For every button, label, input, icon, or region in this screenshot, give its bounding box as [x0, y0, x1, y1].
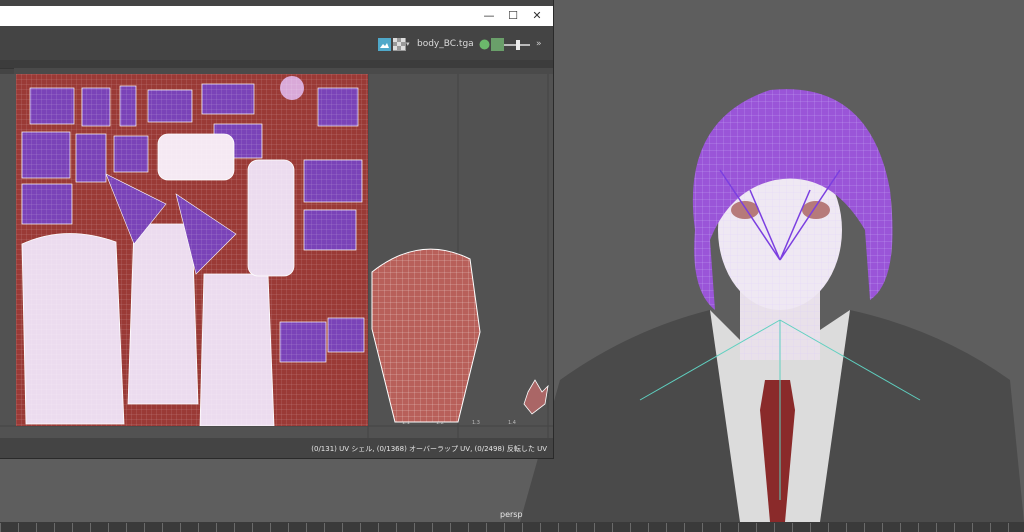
- uv-texture-image: [16, 74, 368, 426]
- slider-handle[interactable]: [516, 40, 520, 50]
- close-icon[interactable]: ✕: [530, 9, 544, 23]
- checker-icon[interactable]: [393, 38, 406, 51]
- status-bar: (0/131) UV シェル, (0/1368) オーバーラップ UV, (0/…: [0, 440, 553, 458]
- image-icon[interactable]: [378, 38, 391, 51]
- texture-name: body_BC.tga: [417, 39, 474, 49]
- camera-label: persp: [500, 510, 523, 519]
- time-slider[interactable]: [0, 522, 1024, 532]
- character-model: [520, 89, 1024, 522]
- maximize-icon[interactable]: ☐: [506, 9, 520, 23]
- uv-editor-window: — ☐ ✕ ▾ body_BC.tga » 1.1 1.2 1.3 1.4 (0…: [0, 0, 554, 459]
- chevron-right-icon[interactable]: »: [536, 39, 549, 52]
- ruler-label: 1.3: [472, 420, 480, 426]
- exposure-icon[interactable]: [491, 38, 504, 51]
- minimize-icon[interactable]: —: [482, 9, 496, 23]
- window-titlebar[interactable]: — ☐ ✕: [0, 6, 553, 26]
- shaded-icon[interactable]: [478, 38, 491, 51]
- ruler-label: 1.4: [508, 420, 516, 426]
- uv-status-message: (0/131) UV シェル, (0/1368) オーバーラップ UV, (0/…: [311, 445, 547, 453]
